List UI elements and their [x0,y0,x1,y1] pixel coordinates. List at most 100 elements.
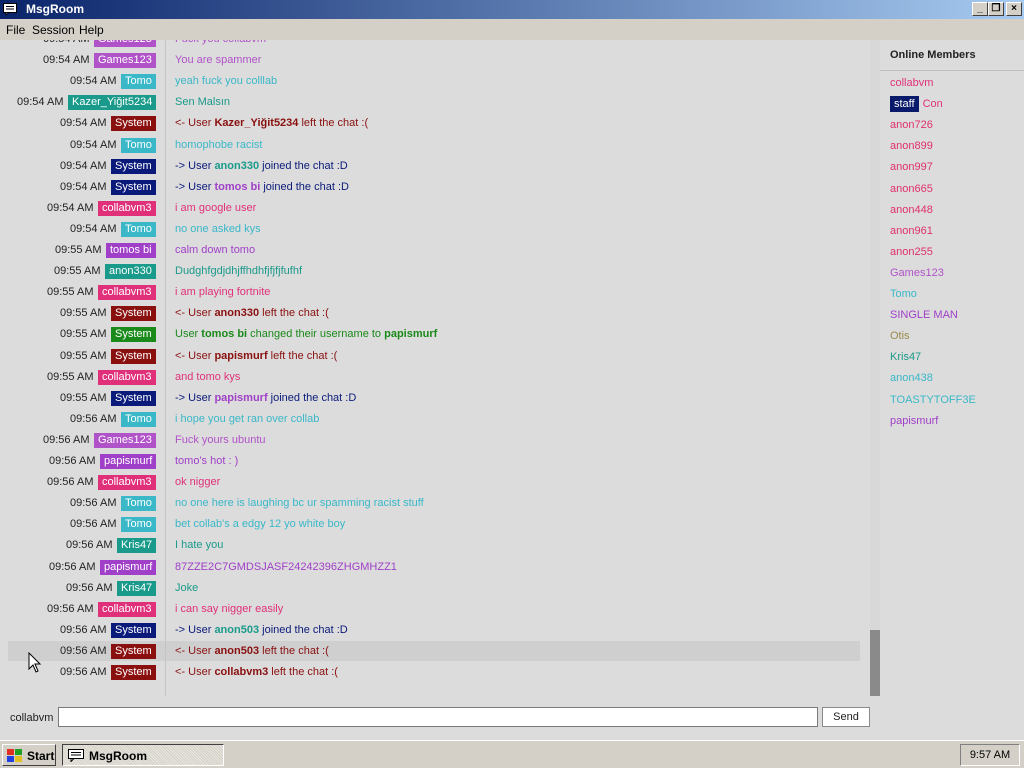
message-text-part: left the chat :( [267,349,338,362]
member-name: anon448 [890,203,933,216]
chat-column-divider [165,40,166,696]
member-item[interactable]: Otis [890,330,910,342]
message-username-badge[interactable]: Games123 [94,40,156,47]
message-timestamp: 09:56 AM [60,666,107,678]
message-username-badge[interactable]: Tomo [121,517,156,533]
message-username-badge[interactable]: Tomo [121,411,156,427]
message-text-part: i hope you get ran over collab [175,412,320,425]
message-username-badge[interactable]: collabvm3 [98,285,156,301]
message-username-badge[interactable]: collabvm3 [98,601,156,617]
chat-message-row: collabvm3 09:56 AM i can say nigger easily [8,599,860,619]
message-username-badge[interactable]: System [111,116,156,132]
message-timestamp: 09:56 AM [49,455,96,467]
member-name: Games123 [890,266,944,279]
member-item[interactable]: anon438 [890,372,933,384]
message-username-badge[interactable]: collabvm3 [98,200,156,216]
chat-message-row: Kris47 09:56 AM I hate you [8,535,860,555]
chat-message-row: System 09:55 AM <- User anon330 left the c… [8,303,860,323]
chat-message-row: Games123 09:54 AM You are spammer [8,50,860,70]
message-username-badge[interactable]: System [111,390,156,406]
menu-help[interactable]: Help [79,23,104,37]
member-item[interactable]: SINGLE MAN [890,309,958,321]
message-text-part: You are spammer [175,54,262,67]
message-timestamp: 09:54 AM [43,40,89,45]
windows-logo-icon [7,749,22,762]
message-username-badge[interactable]: System [111,665,156,680]
message-timestamp: 09:55 AM [60,328,107,341]
chat-message-row: Games123 09:54 AM Fuck you collabvm [8,40,860,49]
message-text-part: Sen Malsın [175,96,231,109]
member-item[interactable]: Kris47 [890,351,921,363]
member-name: Con [922,98,943,111]
member-item[interactable]: anon665 [890,183,933,195]
chat-message-row: Kazer_Yiğit5234 09:54 AM Sen Malsın [8,92,860,112]
message-username-badge[interactable]: Kris47 [117,538,157,554]
message-username-badge[interactable]: anon330 [105,264,156,280]
message-username-badge[interactable]: System [111,327,156,343]
message-username-badge[interactable]: Games123 [94,53,156,69]
member-item[interactable]: anon255 [890,246,933,258]
member-name: TOASTYTOFF3E [890,393,976,406]
taskbar-msgroom-button[interactable]: MsgRoom [62,744,224,766]
message-username-badge[interactable]: collabvm3 [98,369,156,385]
message-text: -> User anon503 joined the chat :D [175,624,348,636]
message-text: i am playing fortnite [175,286,270,298]
member-item[interactable]: Games123 [890,267,944,279]
chat-log[interactable]: Games12309:54 AMFuck you collabvmGames12… [0,40,870,696]
message-username-badge[interactable]: Tomo [121,496,156,512]
member-item[interactable]: anon448 [890,204,933,216]
minimize-button[interactable]: _ [972,2,988,16]
menu-session[interactable]: Session [32,23,75,37]
message-text: no one asked kys [175,223,261,235]
message-username-badge[interactable]: Kazer_Yiğit5234 [68,95,157,111]
chat-message-row: System 09:56 AM <- User anon503 left the c… [8,640,860,661]
member-item[interactable]: anon899 [890,140,933,152]
chat-message-row: collabvm3 09:56 AM ok nigger [8,472,860,492]
message-text-part: <- User [175,666,215,678]
message-input[interactable] [58,707,818,727]
member-item[interactable]: anon726 [890,119,933,131]
member-item[interactable]: TOASTYTOFF3E [890,394,976,406]
close-button[interactable]: × [1006,2,1022,16]
message-username-badge[interactable]: Tomo [121,221,156,237]
message-username-badge[interactable]: papismurf [100,454,157,469]
chat-scrollbar[interactable] [870,40,880,696]
member-item[interactable]: papismurf [890,415,938,427]
member-item[interactable]: Tomo [890,288,917,300]
message-username-badge[interactable]: System [111,306,156,322]
message-username-badge[interactable]: Games123 [94,432,156,448]
message-username-badge[interactable]: System [111,622,156,638]
chat-message-row: System 09:54 AM <- User Kazer_Yiğit5234 le… [8,113,860,133]
message-text-part: i can say nigger easily [175,602,284,615]
member-name: collabvm [890,77,934,89]
member-name: anon899 [890,140,933,153]
message-username-badge[interactable]: System [111,158,156,174]
message-username-badge[interactable]: collabvm3 [98,475,156,491]
message-timestamp: 09:56 AM [47,602,94,615]
message-text-part: <- User [175,117,215,130]
scroll-thumb[interactable] [870,630,880,696]
message-username-badge[interactable]: System [111,348,156,364]
message-text: Sen Malsın [175,96,230,108]
member-name: anon438 [890,372,933,385]
send-button[interactable]: Send [822,707,870,727]
message-username-badge[interactable]: papismurf [100,559,157,575]
message-username-badge[interactable]: Tomo [121,137,156,153]
member-item[interactable]: staff Con [890,96,943,113]
member-item[interactable]: anon997 [890,161,933,173]
message-username-badge[interactable]: Kris47 [117,580,157,596]
message-username-badge[interactable]: tomos bi [106,243,156,258]
chat-message-row: tomos bi 09:55 AM calm down tomo [8,240,860,260]
restore-button[interactable]: ❐ [988,2,1004,16]
member-item[interactable]: anon961 [890,225,933,237]
message-username-badge[interactable]: System [111,643,156,659]
message-timestamp: 09:56 AM [66,581,113,594]
message-timestamp: 09:55 AM [54,265,101,278]
chat-message-row: papismurf 09:56 AM tomo's hot : ) [8,451,860,471]
start-button[interactable]: Start [2,744,56,766]
menu-file[interactable]: File [6,23,25,37]
message-username-badge[interactable]: System [111,179,156,195]
member-item[interactable]: collabvm [890,77,933,89]
message-username-badge[interactable]: Tomo [121,74,156,90]
title-bar[interactable]: MsgRoom _ ❐ × [0,0,1024,19]
